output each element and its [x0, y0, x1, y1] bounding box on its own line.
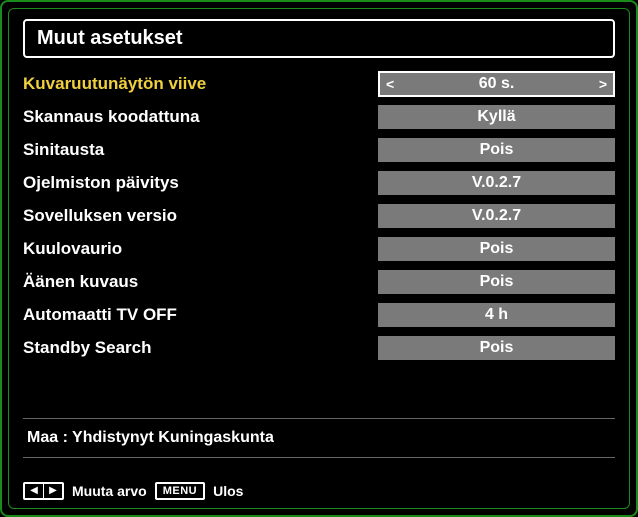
setting-label: Skannaus koodattuna [23, 107, 378, 127]
setting-value-text: 4 h [485, 306, 508, 324]
setting-row[interactable]: Automaatti TV OFF 4 h [23, 303, 615, 327]
country-label: Maa : Yhdistynyt Kuningaskunta [27, 429, 274, 446]
setting-row[interactable]: Standby Search Pois [23, 336, 615, 360]
setting-label: Standby Search [23, 338, 378, 358]
chevron-left-icon[interactable]: < [386, 76, 394, 92]
outer-frame: Muut asetukset Kuvaruutunäytön viive < >60… [0, 0, 638, 517]
setting-label: Automaatti TV OFF [23, 305, 378, 325]
setting-value[interactable]: Pois [378, 270, 615, 294]
setting-label: Ojelmiston päivitys [23, 173, 378, 193]
setting-label: Kuvaruutunäytön viive [23, 74, 378, 94]
page-title: Muut asetukset [37, 27, 601, 50]
setting-row[interactable]: Sovelluksen versio V.0.2.7 [23, 204, 615, 228]
setting-row[interactable]: Ojelmiston päivitys V.0.2.7 [23, 171, 615, 195]
setting-value-text: Pois [480, 240, 514, 258]
setting-label: Sovelluksen versio [23, 206, 378, 226]
setting-value[interactable]: V.0.2.7 [378, 171, 615, 195]
setting-value-text: Kyllä [477, 108, 515, 126]
menu-button[interactable]: MENU [155, 482, 205, 500]
setting-value-text: V.0.2.7 [472, 207, 521, 225]
triangle-left-icon: ◀ [25, 484, 43, 498]
setting-row[interactable]: Kuvaruutunäytön viive < >60 s. [23, 72, 615, 96]
setting-label: Sinitausta [23, 140, 378, 160]
setting-value[interactable]: < >60 s. [378, 71, 615, 97]
exit-label: Ulos [213, 483, 243, 499]
setting-value-text: Pois [480, 273, 514, 291]
setting-label: Kuulovaurio [23, 239, 378, 259]
setting-value-text: V.0.2.7 [472, 174, 521, 192]
setting-label: Äänen kuvaus [23, 272, 378, 292]
setting-row[interactable]: Skannaus koodattuna Kyllä [23, 105, 615, 129]
triangle-right-icon: ▶ [44, 484, 62, 498]
setting-row[interactable]: Sinitausta Pois [23, 138, 615, 162]
bottom-bar: ◀ ▶ Muuta arvo MENU Ulos [23, 482, 243, 500]
change-value-label: Muuta arvo [72, 483, 147, 499]
title-box: Muut asetukset [23, 19, 615, 58]
setting-value[interactable]: 4 h [378, 303, 615, 327]
left-right-icon[interactable]: ◀ ▶ [23, 482, 64, 500]
settings-list: Kuvaruutunäytön viive < >60 s. Skannaus koo… [9, 72, 629, 360]
footer-info: Maa : Yhdistynyt Kuningaskunta [23, 418, 615, 458]
setting-row[interactable]: Äänen kuvaus Pois [23, 270, 615, 294]
setting-row[interactable]: Kuulovaurio Pois [23, 237, 615, 261]
inner-frame: Muut asetukset Kuvaruutunäytön viive < >60… [8, 8, 630, 509]
setting-value-text: 60 s. [479, 75, 515, 93]
setting-value[interactable]: Kyllä [378, 105, 615, 129]
setting-value-text: Pois [480, 339, 514, 357]
chevron-right-icon[interactable]: > [599, 76, 607, 92]
setting-value[interactable]: Pois [378, 138, 615, 162]
setting-value[interactable]: Pois [378, 237, 615, 261]
setting-value[interactable]: Pois [378, 336, 615, 360]
setting-value[interactable]: V.0.2.7 [378, 204, 615, 228]
setting-value-text: Pois [480, 141, 514, 159]
